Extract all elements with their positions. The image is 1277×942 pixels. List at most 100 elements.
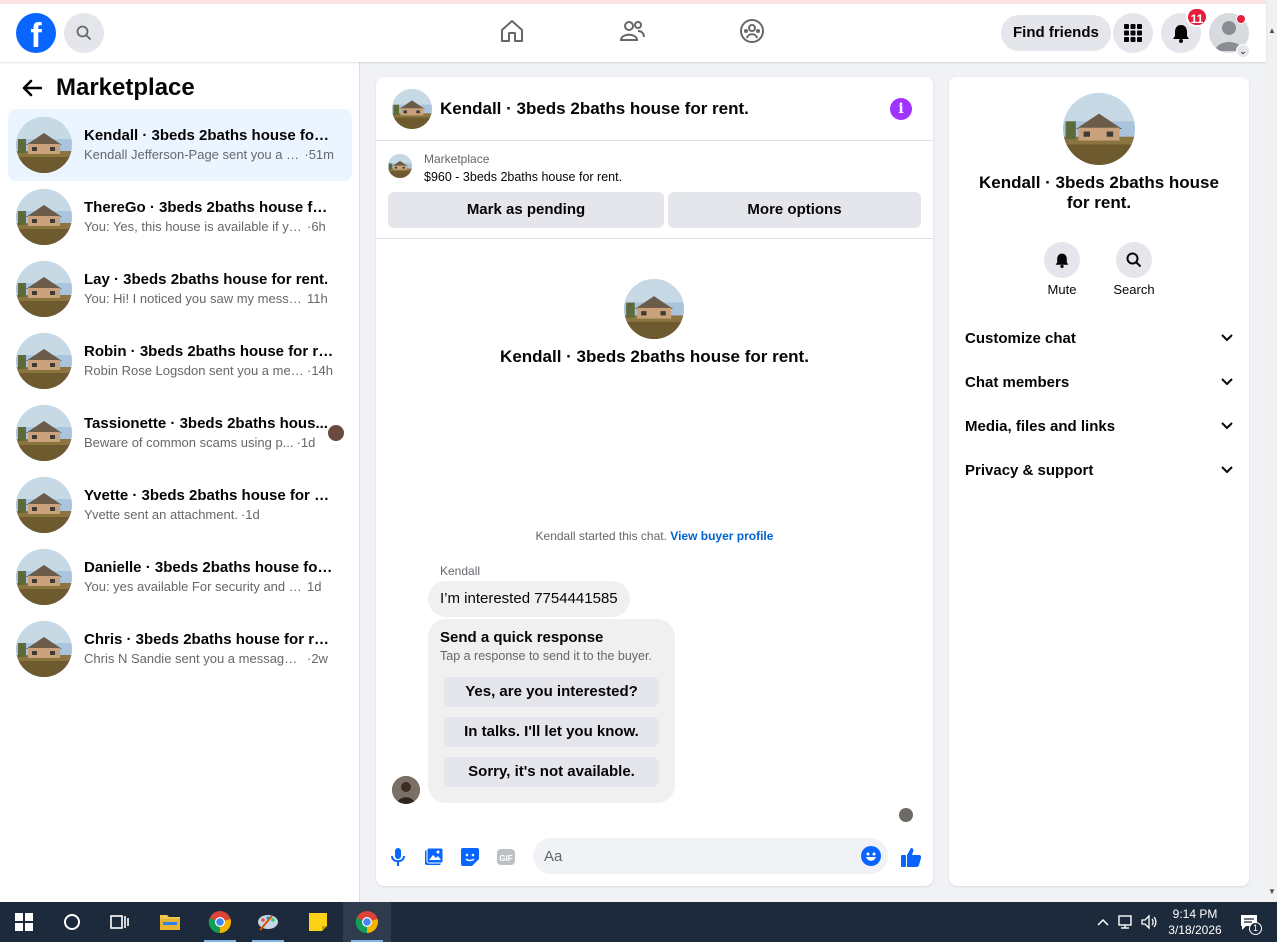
sticker-icon [461, 848, 479, 866]
conversation-time: ·6h [307, 219, 326, 234]
scroll-down-arrow-icon[interactable]: ▼ [1268, 887, 1276, 896]
friends-icon [619, 21, 645, 41]
like-button[interactable] [899, 845, 923, 869]
chat-intro-thumbnail [624, 279, 684, 339]
sidebar-header: Marketplace [18, 74, 195, 102]
chevron-down-icon[interactable]: ⌄ [1236, 44, 1250, 58]
home-icon [501, 20, 523, 42]
attach-photo-button[interactable] [422, 845, 446, 869]
back-button[interactable] [18, 74, 46, 102]
quick-response-button[interactable]: Sorry, it's not available. [444, 757, 659, 787]
gif-button[interactable]: GIF [494, 845, 518, 869]
microphone-icon [391, 848, 405, 866]
listing-price[interactable]: $960 - 3beds 2baths house for rent. [424, 170, 622, 184]
media-files-links-section[interactable]: Media, files and links [965, 410, 1233, 442]
conversation-item[interactable]: Lay · 3beds 2baths house for rent. You: … [8, 253, 352, 325]
customize-chat-section[interactable]: Customize chat [965, 322, 1233, 354]
listing-thumbnail [16, 333, 72, 389]
volume-icon[interactable] [1140, 913, 1158, 931]
quick-response-button[interactable]: Yes, are you interested? [444, 677, 659, 707]
search-button[interactable] [64, 13, 104, 53]
conversation-preview: Kendall Jefferson-Page sent you a m... [84, 147, 302, 162]
more-options-button[interactable]: More options [668, 192, 921, 228]
paint-app-button[interactable] [244, 902, 292, 942]
chat-header: Kendall · 3beds 2baths house for rent. i [376, 77, 933, 141]
photo-icon [425, 847, 444, 865]
svg-text:GIF: GIF [499, 854, 512, 863]
conversation-item[interactable]: ThereGo · 3beds 2baths house for ... You… [8, 181, 352, 253]
emoji-button[interactable] [861, 846, 881, 866]
file-explorer-button[interactable] [146, 902, 194, 942]
groups-nav-button[interactable] [739, 18, 765, 44]
bell-icon [1055, 253, 1069, 268]
search-taskbar-button[interactable] [48, 902, 96, 942]
chrome-taskbar-button[interactable] [196, 902, 244, 942]
chat-members-section[interactable]: Chat members [965, 366, 1233, 398]
conversation-item[interactable]: Robin · 3beds 2baths house for rent. Rob… [8, 325, 352, 397]
listing-thumbnail [16, 405, 72, 461]
conversation-time: ·14h [307, 363, 334, 378]
voice-clip-button[interactable] [386, 845, 410, 869]
conversation-item[interactable]: Tassionette · 3beds 2baths hous... Bewar… [8, 397, 352, 469]
conversation-preview: Yvette sent an attachment. [84, 507, 238, 522]
sticky-notes-button[interactable] [294, 902, 342, 942]
listing-small-thumbnail[interactable] [388, 154, 412, 178]
sender-name: Kendall [440, 564, 481, 578]
mute-button[interactable]: Mute [1032, 242, 1092, 297]
mute-label: Mute [1047, 282, 1077, 297]
groups-icon [740, 19, 764, 43]
conversation-time: 11h [307, 291, 328, 306]
chevron-down-icon [1221, 466, 1233, 474]
chat-listing-thumbnail[interactable] [392, 89, 432, 129]
windows-taskbar: 9:14 PM 3/18/2026 1 [0, 902, 1277, 942]
cortana-circle-icon [64, 914, 80, 930]
home-nav-button[interactable] [499, 18, 525, 44]
system-clock[interactable]: 9:14 PM 3/18/2026 [1160, 906, 1230, 938]
quick-response-subtitle: Tap a response to send it to the buyer. [440, 649, 652, 663]
sticker-button[interactable] [458, 845, 482, 869]
conversation-time: 1d [307, 579, 322, 594]
chevron-up-icon[interactable] [1094, 913, 1112, 931]
listing-thumbnail [16, 189, 72, 245]
start-button[interactable] [0, 902, 48, 942]
listing-thumbnail [16, 549, 72, 605]
facebook-logo-icon[interactable]: f [16, 13, 56, 53]
mark-as-pending-button[interactable]: Mark as pending [388, 192, 664, 228]
chevron-down-icon [1221, 422, 1233, 430]
conversation-item[interactable]: Kendall · 3beds 2baths house for r... Ke… [8, 109, 352, 181]
search-icon [1126, 252, 1142, 268]
conversation-item[interactable]: Yvette · 3beds 2baths house for re... Yv… [8, 469, 352, 541]
chevron-down-icon [1221, 334, 1233, 342]
conversation-name: Chris · 3beds 2baths house for rent. [84, 631, 334, 648]
listing-thumbnail [16, 117, 72, 173]
privacy-support-section[interactable]: Privacy & support [965, 454, 1233, 486]
search-in-conversation-button[interactable]: Search [1104, 242, 1164, 297]
account-alert-dot [1236, 14, 1246, 24]
view-buyer-profile-link[interactable]: View buyer profile [670, 529, 773, 543]
chrome-active-taskbar-button[interactable] [343, 902, 391, 942]
menu-button[interactable] [1113, 13, 1153, 53]
details-title: Kendall · 3beds 2baths house for rent. [979, 173, 1219, 212]
message-composer: GIF [376, 837, 933, 877]
info-icon[interactable]: i [890, 98, 912, 120]
page-scrollbar[interactable] [1266, 0, 1277, 902]
message-input[interactable] [533, 838, 888, 874]
buyer-avatar[interactable] [392, 776, 420, 804]
section-label: Media, files and links [965, 417, 1116, 435]
chat-title[interactable]: Kendall · 3beds 2baths house for rent. [440, 99, 749, 119]
smiley-icon [866, 852, 876, 861]
find-friends-button[interactable]: Find friends [1001, 15, 1111, 51]
sidebar-title: Marketplace [56, 74, 195, 101]
listing-thumbnail [16, 621, 72, 677]
network-icon[interactable] [1117, 913, 1135, 931]
conversation-item[interactable]: Danielle · 3beds 2baths house for ... Yo… [8, 541, 352, 613]
task-view-button[interactable] [96, 902, 144, 942]
quick-response-button[interactable]: In talks. I'll let you know. [444, 717, 659, 747]
conversation-item[interactable]: Chris · 3beds 2baths house for rent. Chr… [8, 613, 352, 685]
scroll-up-arrow-icon[interactable]: ▲ [1268, 26, 1276, 35]
palette-icon [258, 915, 278, 931]
conversation-preview: Chris N Sandie sent you a message a... [84, 651, 304, 666]
notification-badge: 11 [1186, 7, 1208, 27]
friends-nav-button[interactable] [619, 18, 645, 44]
details-listing-thumbnail[interactable] [1063, 93, 1135, 165]
